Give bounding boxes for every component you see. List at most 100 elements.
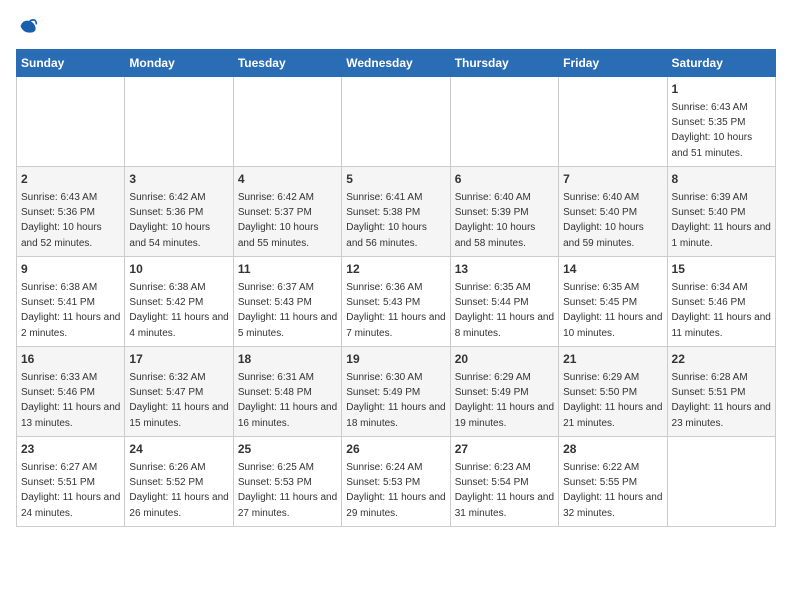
day-number: 13 — [455, 261, 554, 278]
day-number: 25 — [238, 441, 337, 458]
day-number: 7 — [563, 171, 662, 188]
calendar-cell-w3-d7: 15Sunrise: 6:34 AM Sunset: 5:46 PM Dayli… — [667, 256, 775, 346]
day-number: 27 — [455, 441, 554, 458]
week-row-3: 9 Sunrise: 6:38 AM Sunset: 5:41 PM Daylig… — [17, 256, 776, 346]
day-info: Sunrise: 6:23 AM Sunset: 5:54 PM Dayligh… — [455, 462, 554, 519]
calendar-cell-w3-d6: 14 Sunrise: 6:35 AM Sunset: 5:45 PM Dayli… — [559, 256, 667, 346]
calendar-cell-w2-d2: 3 Sunrise: 6:42 AM Sunset: 5:36 PM Daylig… — [125, 166, 233, 256]
day-info: Sunrise: 6:32 AM Sunset: 5:47 PM Dayligh… — [129, 372, 228, 429]
day-number: 3 — [129, 171, 228, 188]
week-row-5: 23 Sunrise: 6:27 AM Sunset: 5:51 PM Dayli… — [17, 436, 776, 526]
day-number: 6 — [455, 171, 554, 188]
day-info: Sunrise: 6:29 AM Sunset: 5:50 PM Dayligh… — [563, 372, 662, 429]
day-info: Sunrise: 6:31 AM Sunset: 5:48 PM Dayligh… — [238, 372, 337, 429]
weekday-header-row: SundayMondayTuesdayWednesdayThursdayFrid… — [17, 49, 776, 76]
calendar-cell-w4-d7: 22 Sunrise: 6:28 AM Sunset: 5:51 PM Dayli… — [667, 346, 775, 436]
calendar-cell-w1-d5 — [450, 76, 558, 166]
calendar-cell-w1-d3 — [233, 76, 341, 166]
top-row — [16, 16, 776, 41]
calendar-cell-w5-d3: 25 Sunrise: 6:25 AM Sunset: 5:53 PM Dayli… — [233, 436, 341, 526]
calendar-cell-w4-d4: 19 Sunrise: 6:30 AM Sunset: 5:49 PM Dayli… — [342, 346, 450, 436]
day-number: 4 — [238, 171, 337, 188]
day-number: 14 — [563, 261, 662, 278]
weekday-header-tuesday: Tuesday — [233, 49, 341, 76]
day-info: Sunrise: 6:35 AM Sunset: 5:45 PM Dayligh… — [563, 282, 662, 339]
calendar-cell-w1-d2 — [125, 76, 233, 166]
day-info: Sunrise: 6:39 AM Sunset: 5:40 PM Dayligh… — [672, 192, 771, 249]
day-info: Sunrise: 6:41 AM Sunset: 5:38 PM Dayligh… — [346, 192, 427, 249]
day-number: 10 — [129, 261, 228, 278]
logo — [16, 16, 38, 37]
week-row-4: 16 Sunrise: 6:33 AM Sunset: 5:46 PM Dayli… — [17, 346, 776, 436]
day-info: Sunrise: 6:38 AM Sunset: 5:42 PM Dayligh… — [129, 282, 228, 339]
calendar-cell-w5-d2: 24Sunrise: 6:26 AM Sunset: 5:52 PM Dayli… — [125, 436, 233, 526]
weekday-header-thursday: Thursday — [450, 49, 558, 76]
calendar-cell-w4-d2: 17 Sunrise: 6:32 AM Sunset: 5:47 PM Dayli… — [125, 346, 233, 436]
weekday-header-saturday: Saturday — [667, 49, 775, 76]
calendar-cell-w4-d5: 20Sunrise: 6:29 AM Sunset: 5:49 PM Dayli… — [450, 346, 558, 436]
day-info: Sunrise: 6:40 AM Sunset: 5:39 PM Dayligh… — [455, 192, 536, 249]
day-info: Sunrise: 6:26 AM Sunset: 5:52 PM Dayligh… — [129, 462, 228, 519]
day-info: Sunrise: 6:42 AM Sunset: 5:36 PM Dayligh… — [129, 192, 210, 249]
day-info: Sunrise: 6:35 AM Sunset: 5:44 PM Dayligh… — [455, 282, 554, 339]
week-row-1: 1 Sunrise: 6:43 AM Sunset: 5:35 PM Daylig… — [17, 76, 776, 166]
day-info: Sunrise: 6:25 AM Sunset: 5:53 PM Dayligh… — [238, 462, 337, 519]
calendar-cell-w2-d7: 8 Sunrise: 6:39 AM Sunset: 5:40 PM Daylig… — [667, 166, 775, 256]
weekday-header-monday: Monday — [125, 49, 233, 76]
weekday-header-wednesday: Wednesday — [342, 49, 450, 76]
calendar-cell-w2-d5: 6 Sunrise: 6:40 AM Sunset: 5:39 PM Daylig… — [450, 166, 558, 256]
day-info: Sunrise: 6:28 AM Sunset: 5:51 PM Dayligh… — [672, 372, 771, 429]
calendar-cell-w5-d5: 27 Sunrise: 6:23 AM Sunset: 5:54 PM Dayli… — [450, 436, 558, 526]
day-number: 19 — [346, 351, 445, 368]
day-info: Sunrise: 6:43 AM Sunset: 5:35 PM Dayligh… — [672, 102, 753, 159]
day-info: Sunrise: 6:37 AM Sunset: 5:43 PM Dayligh… — [238, 282, 337, 339]
calendar-cell-w2-d1: 2 Sunrise: 6:43 AM Sunset: 5:36 PM Daylig… — [17, 166, 125, 256]
calendar-cell-w4-d6: 21 Sunrise: 6:29 AM Sunset: 5:50 PM Dayli… — [559, 346, 667, 436]
day-info: Sunrise: 6:34 AM Sunset: 5:46 PM Dayligh… — [672, 282, 771, 339]
calendar-cell-w1-d1 — [17, 76, 125, 166]
day-info: Sunrise: 6:27 AM Sunset: 5:51 PM Dayligh… — [21, 462, 120, 519]
calendar-cell-w2-d4: 5 Sunrise: 6:41 AM Sunset: 5:38 PM Daylig… — [342, 166, 450, 256]
day-number: 12 — [346, 261, 445, 278]
day-number: 18 — [238, 351, 337, 368]
calendar-cell-w5-d6: 28 Sunrise: 6:22 AM Sunset: 5:55 PM Dayli… — [559, 436, 667, 526]
day-number: 5 — [346, 171, 445, 188]
day-info: Sunrise: 6:30 AM Sunset: 5:49 PM Dayligh… — [346, 372, 445, 429]
day-number: 26 — [346, 441, 445, 458]
day-number: 8 — [672, 171, 771, 188]
calendar-cell-w3-d4: 12 Sunrise: 6:36 AM Sunset: 5:43 PM Dayli… — [342, 256, 450, 346]
logo-text — [16, 16, 38, 41]
day-info: Sunrise: 6:33 AM Sunset: 5:46 PM Dayligh… — [21, 372, 120, 429]
day-info: Sunrise: 6:36 AM Sunset: 5:43 PM Dayligh… — [346, 282, 445, 339]
calendar-cell-w1-d4 — [342, 76, 450, 166]
day-info: Sunrise: 6:22 AM Sunset: 5:55 PM Dayligh… — [563, 462, 662, 519]
calendar-cell-w4-d3: 18 Sunrise: 6:31 AM Sunset: 5:48 PM Dayli… — [233, 346, 341, 436]
day-number: 22 — [672, 351, 771, 368]
day-number: 21 — [563, 351, 662, 368]
calendar-cell-w5-d7 — [667, 436, 775, 526]
day-info: Sunrise: 6:43 AM Sunset: 5:36 PM Dayligh… — [21, 192, 102, 249]
calendar-cell-w1-d7: 1 Sunrise: 6:43 AM Sunset: 5:35 PM Daylig… — [667, 76, 775, 166]
calendar-cell-w3-d5: 13 Sunrise: 6:35 AM Sunset: 5:44 PM Dayli… — [450, 256, 558, 346]
calendar-cell-w5-d4: 26 Sunrise: 6:24 AM Sunset: 5:53 PM Dayli… — [342, 436, 450, 526]
day-info: Sunrise: 6:40 AM Sunset: 5:40 PM Dayligh… — [563, 192, 644, 249]
calendar-cell-w5-d1: 23 Sunrise: 6:27 AM Sunset: 5:51 PM Dayli… — [17, 436, 125, 526]
day-number: 28 — [563, 441, 662, 458]
day-number: 20 — [455, 351, 554, 368]
day-number: 2 — [21, 171, 120, 188]
day-number: 23 — [21, 441, 120, 458]
day-info: Sunrise: 6:38 AM Sunset: 5:41 PM Dayligh… — [21, 282, 120, 339]
day-number: 17 — [129, 351, 228, 368]
logo-icon — [18, 16, 38, 36]
calendar-cell-w3-d2: 10 Sunrise: 6:38 AM Sunset: 5:42 PM Dayli… — [125, 256, 233, 346]
calendar-cell-w3-d1: 9 Sunrise: 6:38 AM Sunset: 5:41 PM Daylig… — [17, 256, 125, 346]
day-number: 1 — [672, 81, 771, 98]
day-number: 16 — [21, 351, 120, 368]
day-number: 9 — [21, 261, 120, 278]
weekday-header-sunday: Sunday — [17, 49, 125, 76]
calendar-cell-w1-d6 — [559, 76, 667, 166]
day-number: 11 — [238, 261, 337, 278]
day-info: Sunrise: 6:42 AM Sunset: 5:37 PM Dayligh… — [238, 192, 319, 249]
week-row-2: 2 Sunrise: 6:43 AM Sunset: 5:36 PM Daylig… — [17, 166, 776, 256]
day-info: Sunrise: 6:24 AM Sunset: 5:53 PM Dayligh… — [346, 462, 445, 519]
